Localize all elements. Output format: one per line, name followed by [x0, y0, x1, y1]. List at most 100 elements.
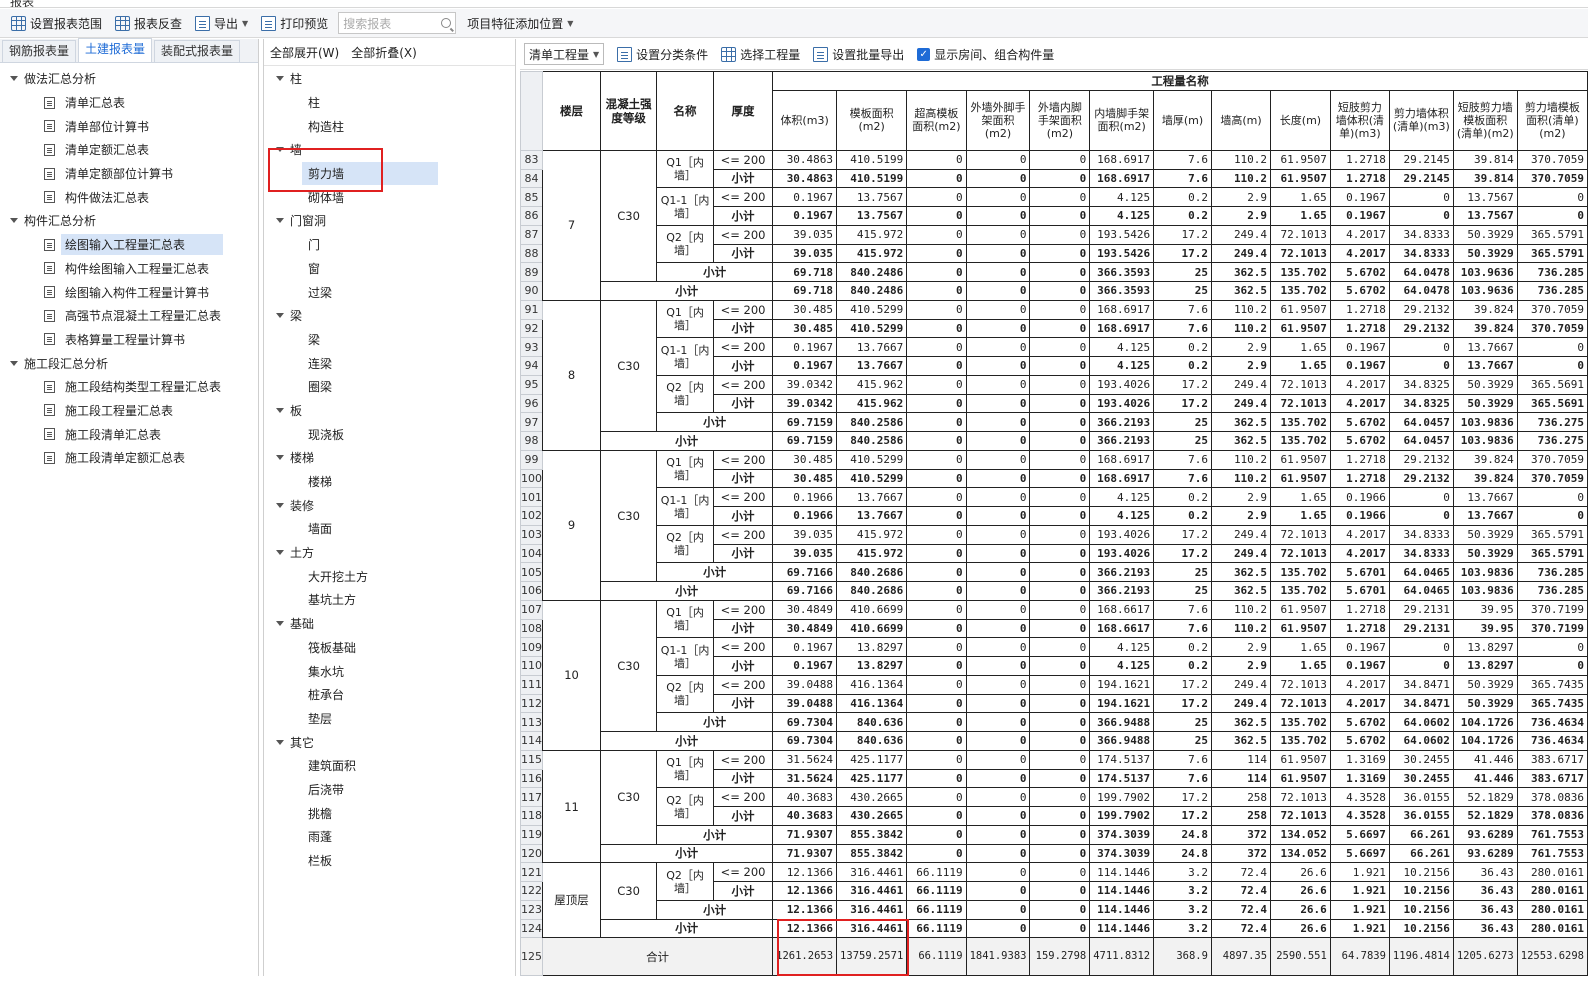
row-number: 111 — [520, 674, 543, 695]
quantity-type-select[interactable]: 清单工程量 ▼ — [524, 43, 605, 65]
table-cell: 110.2 — [1210, 599, 1272, 620]
component-item[interactable]: 建筑面积 — [264, 754, 515, 778]
report-item[interactable]: 施工段清单汇总表 — [0, 422, 258, 446]
component-item[interactable]: 栏板 — [264, 849, 515, 873]
component-group[interactable]: 板 — [264, 399, 515, 423]
expand-triangle-icon[interactable] — [276, 218, 284, 224]
table-cell: 0 — [1029, 337, 1091, 357]
component-group[interactable]: 墙 — [264, 138, 515, 162]
table-cell: 0 — [906, 843, 967, 864]
component-group[interactable]: 梁 — [264, 304, 515, 328]
expand-triangle-icon[interactable] — [10, 218, 18, 224]
quantity-table-container[interactable]: 楼层 混凝土强度等级 名称 厚度 工程量名称 体积(m3) 模板面积(m2) 超高模板面积(m… — [520, 71, 1588, 976]
show-room-checkbox[interactable]: ✓ 显示房间、组合构件量 — [912, 43, 1059, 65]
grid-icon — [721, 46, 737, 62]
table-cell: 40.3683 — [772, 787, 838, 807]
report-item[interactable]: 清单部位计算书 — [0, 114, 258, 138]
expand-triangle-icon[interactable] — [276, 502, 284, 508]
expand-triangle-icon[interactable] — [276, 313, 284, 319]
component-group[interactable]: 楼梯 — [264, 446, 515, 470]
component-item[interactable]: 基坑土方 — [264, 588, 515, 612]
tree-group[interactable]: 构件汇总分析 — [0, 209, 258, 233]
tab-prefab-report[interactable]: 装配式报表量 — [154, 40, 241, 62]
report-item[interactable]: 施工段清单定额汇总表 — [0, 446, 258, 470]
expand-triangle-icon[interactable] — [276, 621, 284, 627]
column-header: 厚度 — [712, 71, 774, 151]
component-item[interactable]: 集水坑 — [264, 659, 515, 683]
tree-group[interactable]: 做法汇总分析 — [0, 67, 258, 91]
component-group[interactable]: 柱 — [264, 67, 515, 91]
component-item[interactable]: 雨蓬 — [264, 825, 515, 849]
batch-export-button[interactable]: 设置批量导出 — [808, 43, 909, 65]
component-group[interactable]: 基础 — [264, 612, 515, 636]
component-item[interactable]: 窗 — [264, 257, 515, 281]
set-report-range-button[interactable]: 设置报表范围 — [6, 12, 107, 34]
report-item[interactable]: 施工段结构类型工程量汇总表 — [0, 375, 258, 399]
component-group[interactable]: 土方 — [264, 541, 515, 565]
table-cell: 370.7059 — [1516, 318, 1588, 339]
search-input[interactable]: 搜索报表 — [338, 12, 457, 34]
expand-triangle-icon[interactable] — [276, 76, 284, 82]
table-cell: 0 — [906, 224, 967, 245]
report-item[interactable]: 施工段工程量汇总表 — [0, 399, 258, 423]
table-cell: 0 — [1388, 356, 1454, 376]
expand-triangle-icon[interactable] — [276, 739, 284, 745]
component-group[interactable]: 其它 — [264, 730, 515, 754]
column-header: 外墙内脚手架面积(m2) — [1029, 89, 1091, 151]
component-item[interactable]: 墙面 — [264, 517, 515, 541]
component-item[interactable]: 梁 — [264, 328, 515, 352]
collapse-all-button[interactable]: 全部折叠(X) — [351, 44, 417, 61]
component-item[interactable]: 楼梯 — [264, 470, 515, 494]
component-item[interactable]: 后浇带 — [264, 778, 515, 802]
report-item[interactable]: 绘图输入构件工程量计算书 — [0, 280, 258, 304]
row-number: 122 — [520, 881, 543, 901]
tab-civil-report[interactable]: 土建报表量 — [78, 38, 153, 62]
component-item[interactable]: 圈梁 — [264, 375, 515, 399]
feature-position-dropdown[interactable]: 项目特征添加位置 ▼ — [462, 12, 578, 34]
export-button[interactable]: 导出 ▼ — [190, 12, 253, 34]
report-reverse-lookup-button[interactable]: 报表反查 — [110, 12, 187, 34]
wall-name-cell: Q1-1［内墙］ — [656, 487, 714, 526]
search-icon[interactable] — [441, 18, 452, 28]
component-item[interactable]: 垫层 — [264, 707, 515, 731]
component-group[interactable]: 装修 — [264, 493, 515, 517]
table-cell: 61.9507 — [1270, 768, 1331, 789]
print-preview-button[interactable]: 打印预览 — [256, 12, 333, 34]
expand-triangle-icon[interactable] — [10, 76, 18, 82]
component-item[interactable]: 桩承台 — [264, 683, 515, 707]
component-item[interactable]: 大开挖土方 — [264, 564, 515, 588]
table-cell: 0 — [965, 881, 1031, 901]
expand-triangle-icon[interactable] — [276, 147, 284, 153]
report-item[interactable]: 高强节点混凝土工程量汇总表 — [0, 304, 258, 328]
component-item[interactable]: 剪力墙 — [302, 161, 438, 186]
table-cell: 4.125 — [1089, 356, 1155, 376]
component-item[interactable]: 门 — [264, 233, 515, 257]
report-item[interactable]: 构件绘图输入工程量汇总表 — [0, 257, 258, 281]
report-item[interactable]: 清单定额汇总表 — [0, 138, 258, 162]
component-item[interactable]: 连梁 — [264, 351, 515, 375]
select-quantity-button[interactable]: 选择工程量 — [716, 43, 805, 65]
report-item[interactable]: 绘图输入工程量汇总表 — [0, 233, 258, 257]
component-item[interactable]: 砌体墙 — [264, 185, 515, 209]
table-cell: 0 — [965, 543, 1031, 564]
report-item[interactable]: 清单定额部位计算书 — [0, 162, 258, 186]
set-classification-button[interactable]: 设置分类条件 — [612, 43, 713, 65]
component-item[interactable]: 现浇板 — [264, 422, 515, 446]
component-item[interactable]: 过梁 — [264, 280, 515, 304]
tree-group[interactable]: 施工段汇总分析 — [0, 351, 258, 375]
report-item[interactable]: 清单汇总表 — [0, 91, 258, 115]
component-item[interactable]: 柱 — [264, 91, 515, 115]
component-item[interactable]: 构造柱 — [264, 114, 515, 138]
component-group[interactable]: 门窗洞 — [264, 209, 515, 233]
table-cell: 1.65 — [1270, 656, 1331, 676]
report-item[interactable]: 构件做法汇总表 — [0, 185, 258, 209]
expand-triangle-icon[interactable] — [276, 550, 284, 556]
component-item[interactable]: 挑檐 — [264, 801, 515, 825]
tab-rebar-report[interactable]: 钢筋报表量 — [2, 40, 77, 62]
expand-all-button[interactable]: 全部展开(W) — [270, 44, 339, 61]
expand-triangle-icon[interactable] — [276, 455, 284, 461]
expand-triangle-icon[interactable] — [276, 407, 284, 413]
component-item[interactable]: 筏板基础 — [264, 636, 515, 660]
report-item[interactable]: 表格算量工程量计算书 — [0, 328, 258, 352]
expand-triangle-icon[interactable] — [10, 360, 18, 366]
